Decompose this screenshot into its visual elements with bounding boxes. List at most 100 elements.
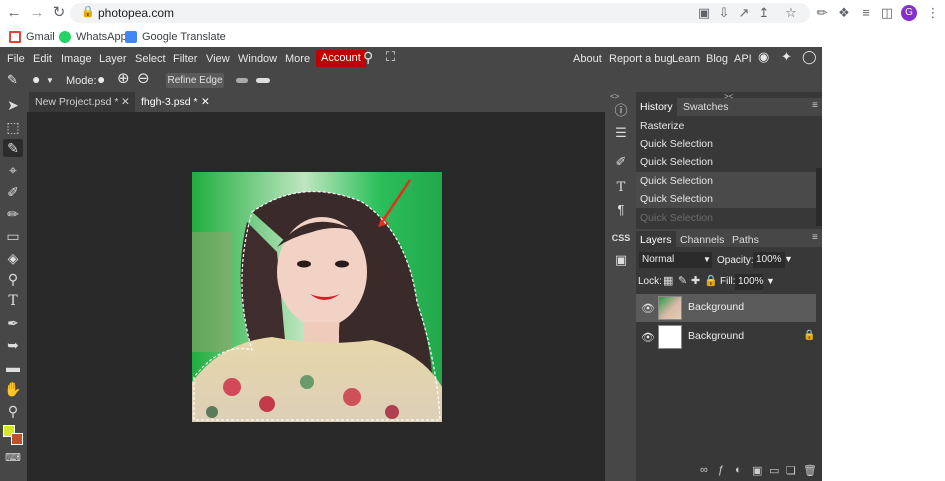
layer-mask-icon[interactable]: ▣ [752, 464, 762, 477]
healing-brush-icon[interactable]: ✐ [3, 183, 23, 201]
history-item[interactable]: Quick Selection [636, 172, 816, 190]
extensions-puzzle-icon[interactable]: ❖ [836, 4, 852, 22]
brush-size-icon[interactable]: ● [32, 71, 40, 87]
fill-input[interactable]: 100% [735, 274, 764, 290]
link-blog[interactable]: Blog [706, 51, 728, 67]
side-panel-icon[interactable]: ◫ [879, 4, 895, 22]
collapse-arrows-icon[interactable]: <> [610, 92, 619, 101]
url-text[interactable]: photopea.com [98, 6, 174, 20]
reload-icon[interactable]: ↻ [50, 4, 68, 22]
menu-select[interactable]: Select [135, 51, 166, 67]
path-select-icon[interactable]: ➥ [3, 336, 23, 354]
quick-selection-tool-icon[interactable]: ✎ [7, 72, 18, 88]
bookmark-gmail[interactable]: Gmail [9, 29, 55, 45]
tab-new-project[interactable]: New Project.psd * ✕ [29, 92, 135, 112]
tab-history[interactable]: History [636, 98, 677, 116]
new-selection-icon[interactable]: ● [97, 71, 105, 87]
eyedropper-extension-icon[interactable]: ✏ [814, 4, 830, 22]
tab-layers[interactable]: Layers [636, 231, 676, 249]
toggle-small[interactable] [236, 78, 248, 83]
share-icon[interactable]: ↥ [756, 4, 772, 22]
delete-layer-icon[interactable]: 🗑 [803, 464, 817, 477]
toggle-large[interactable] [256, 78, 270, 83]
menu-layer[interactable]: Layer [99, 51, 127, 67]
css-panel-icon[interactable]: CSS [610, 228, 632, 248]
quick-selection-tool[interactable]: ✎ [3, 139, 23, 157]
menu-file[interactable]: File [7, 51, 25, 67]
history-item[interactable]: Rasterize [636, 117, 816, 135]
marquee-tool-icon[interactable]: ⬚ [3, 118, 23, 136]
layer-effects-icon[interactable]: ƒ [718, 464, 724, 476]
back-icon[interactable]: ← [5, 4, 23, 22]
bookmark-whatsapp[interactable]: WhatsApp [59, 29, 127, 45]
zoom-tool-icon[interactable]: ⚲ [3, 402, 23, 420]
move-tool-icon[interactable]: ➤ [3, 96, 23, 114]
brush-tool-icon[interactable]: ✏ [3, 205, 23, 223]
open-in-app-icon[interactable]: ↗ [736, 4, 752, 22]
forward-icon[interactable]: → [28, 4, 46, 22]
properties-icon[interactable]: ☰ [610, 123, 632, 143]
eye-icon[interactable]: 👁 [641, 302, 655, 315]
image-panel-icon[interactable]: ▣ [610, 250, 632, 270]
tab-paths[interactable]: Paths [728, 231, 763, 249]
close-tab-icon[interactable]: ✕ [121, 92, 130, 112]
lock-pixels-icon[interactable]: ✎ [678, 274, 687, 287]
blur-tool-icon[interactable]: ⚲ [3, 270, 23, 288]
bookmark-google-translate[interactable]: Google Translate [125, 29, 226, 45]
facebook-icon[interactable]: ◯ [802, 49, 817, 65]
menu-edit[interactable]: Edit [33, 51, 52, 67]
subtract-from-selection-icon[interactable]: ⊖ [137, 71, 150, 87]
account-button[interactable]: Account [316, 50, 366, 67]
screenshot-icon[interactable]: ▣ [696, 4, 712, 22]
history-item[interactable]: Quick Selection [636, 209, 816, 227]
menu-filter[interactable]: Filter [173, 51, 197, 67]
reddit-icon[interactable]: ◉ [758, 49, 769, 65]
tab-swatches[interactable]: Swatches [679, 98, 733, 116]
profile-avatar[interactable]: G [901, 5, 917, 21]
fill-dropdown-icon[interactable]: ▼ [766, 276, 775, 286]
background-color-swatch[interactable] [11, 433, 23, 445]
menu-more[interactable]: More [285, 51, 310, 67]
search-icon[interactable]: ⚲ [363, 49, 373, 65]
rectangle-tool-icon[interactable]: ▬ [3, 358, 23, 376]
pen-tool-icon[interactable]: ✒ [3, 314, 23, 332]
document-image[interactable] [192, 172, 442, 422]
bookmark-star-icon[interactable]: ☆ [783, 4, 799, 22]
refine-edge-button[interactable]: Refine Edge [166, 73, 224, 88]
keyboard-icon[interactable]: ⌨ [3, 449, 23, 467]
paragraph-icon[interactable]: ¶ [610, 200, 632, 220]
lock-position-icon[interactable]: ✚ [691, 274, 700, 287]
lock-transparency-icon[interactable]: ▦ [663, 274, 673, 287]
brush-settings-icon[interactable]: ✐ [610, 152, 632, 172]
canvas-area[interactable] [27, 112, 605, 481]
link-report-bug[interactable]: Report a bug [609, 51, 673, 67]
opacity-input[interactable]: 100% [753, 252, 785, 268]
menu-view[interactable]: View [206, 51, 230, 67]
history-item[interactable]: Quick Selection [636, 135, 816, 153]
eye-icon[interactable]: 👁 [641, 331, 655, 344]
link-learn[interactable]: Learn [672, 51, 700, 67]
hand-tool-icon[interactable]: ✋ [3, 380, 23, 398]
link-about[interactable]: About [573, 51, 602, 67]
browser-menu-icon[interactable]: ⋮ [925, 4, 941, 22]
character-icon[interactable]: T [610, 178, 632, 198]
paint-bucket-icon[interactable]: ◈ [3, 249, 23, 267]
layer-row[interactable]: 👁 Background 🔒 [636, 323, 816, 351]
twitter-icon[interactable]: ✦ [781, 49, 792, 65]
close-tab-icon[interactable]: ✕ [201, 92, 210, 112]
blend-mode-select[interactable]: Normal ▼ [639, 252, 712, 268]
link-api[interactable]: API [734, 51, 752, 67]
opacity-dropdown-icon[interactable]: ▼ [784, 254, 793, 264]
new-group-icon[interactable]: ▭ [769, 464, 779, 477]
panel-menu-icon[interactable]: ≡ [812, 232, 818, 243]
install-icon[interactable]: ⇩ [716, 4, 732, 22]
history-item[interactable]: Quick Selection [636, 190, 816, 208]
eraser-tool-icon[interactable]: ▭ [3, 227, 23, 245]
lock-all-icon[interactable]: 🔒 [704, 274, 718, 287]
new-layer-icon[interactable]: ❏ [786, 464, 796, 477]
crop-tool-icon[interactable]: ⌖ [3, 161, 23, 179]
history-item[interactable]: Quick Selection [636, 153, 816, 171]
menu-window[interactable]: Window [238, 51, 277, 67]
link-layers-icon[interactable]: ∞ [700, 464, 708, 476]
adjustment-layer-icon[interactable]: ◐ [735, 464, 742, 476]
